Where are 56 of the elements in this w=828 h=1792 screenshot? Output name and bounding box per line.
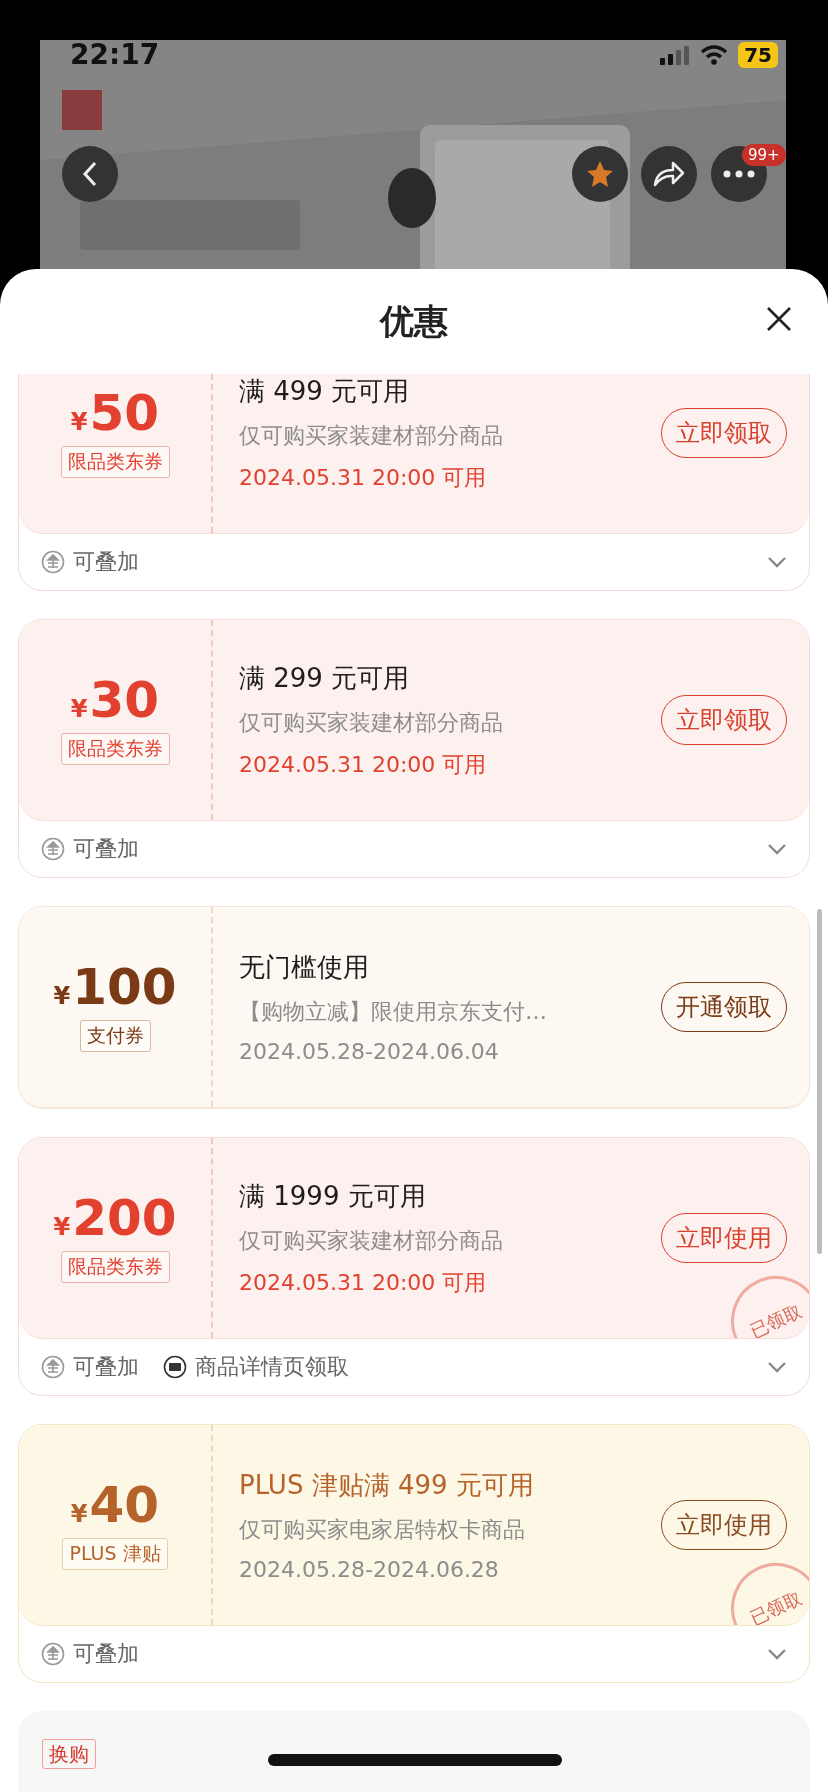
coupon-scope: 仅可购买家电家居特权卡商品: [239, 1516, 526, 1544]
coupon-scope: 仅可购买家装建材部分商品: [239, 708, 504, 737]
coupon-scope: 仅可购买家装建材部分商品: [239, 1226, 504, 1255]
coupon-note: 商品详情页领取: [195, 1353, 349, 1381]
stack-icon: [41, 1355, 65, 1379]
coupon-amount: ¥30: [70, 675, 160, 725]
coupon-type-tag: 限品类东券: [60, 446, 170, 478]
coupon-condition: 满 499 元可用: [239, 374, 411, 408]
coupon-type-tag: PLUS 津贴: [62, 1538, 168, 1570]
status-time: 22:17: [70, 38, 160, 71]
coupon-note: 可叠加: [73, 1353, 139, 1381]
stack-icon: [41, 837, 65, 861]
coupon-note: 可叠加: [73, 1640, 139, 1668]
coupon-validity: 2024.05.28-2024.06.28: [239, 1557, 500, 1582]
chevron-down-icon[interactable]: [767, 1648, 787, 1660]
coupon-amount: ¥200: [53, 1193, 177, 1243]
coupon-condition: PLUS 津贴满 499 元可用: [239, 1469, 535, 1502]
coupon-action-button[interactable]: 立即使用: [661, 1213, 787, 1263]
coupon-type-tag: 限品类东券: [60, 1251, 170, 1283]
coupon-note: 可叠加: [73, 835, 139, 863]
chevron-down-icon[interactable]: [767, 843, 787, 855]
coupon-amount: ¥40: [70, 1480, 160, 1530]
share-icon: [652, 160, 686, 188]
close-icon: [766, 306, 792, 332]
coupon-action-button[interactable]: 立即使用: [661, 1500, 787, 1550]
coupon-validity: 2024.05.31 20:00 可用: [239, 750, 488, 779]
coupon-condition: 满 1999 元可用: [239, 1179, 427, 1213]
coupon-condition: 满 299 元可用: [239, 661, 411, 695]
coupon-action-button[interactable]: 立即领取: [661, 695, 787, 745]
wifi-icon: [700, 44, 729, 65]
notification-badge: 99+: [742, 144, 786, 166]
coupon-amount: ¥100: [53, 962, 177, 1012]
chevron-down-icon[interactable]: [767, 1361, 787, 1373]
coupon-action-button[interactable]: 开通领取: [661, 982, 787, 1032]
coupon-action-button[interactable]: 立即领取: [661, 408, 787, 458]
sheet-title: 优惠: [380, 299, 448, 343]
chevron-down-icon[interactable]: [767, 556, 787, 568]
signal-icon: [660, 44, 691, 65]
coupon-amount: ¥50: [70, 388, 160, 438]
coupon-note: 可叠加: [73, 548, 139, 576]
coupon-validity: 2024.05.31 20:00 可用: [239, 463, 488, 492]
stack-icon: [41, 1642, 65, 1666]
battery-indicator: 75: [738, 41, 778, 68]
stack-icon: [41, 550, 65, 574]
close-button[interactable]: [766, 306, 792, 332]
exchange-tag: 换购: [42, 1739, 96, 1769]
coupon-scope: 仅可购买家装建材部分商品: [239, 421, 504, 450]
coupon-condition: 无门槛使用: [239, 951, 370, 984]
coupon-type-tag: 限品类东券: [60, 733, 170, 765]
coupon-validity: 2024.05.28-2024.06.04: [239, 1039, 500, 1064]
ticket-icon: [163, 1355, 187, 1379]
coupon-validity: 2024.05.31 20:00 可用: [239, 1268, 488, 1297]
star-icon: [585, 159, 615, 189]
coupon-scope: 【购物立减】限使用京东支付…: [239, 998, 548, 1026]
coupon-type-tag: 支付券: [79, 1020, 151, 1052]
more-icon: [722, 170, 756, 178]
